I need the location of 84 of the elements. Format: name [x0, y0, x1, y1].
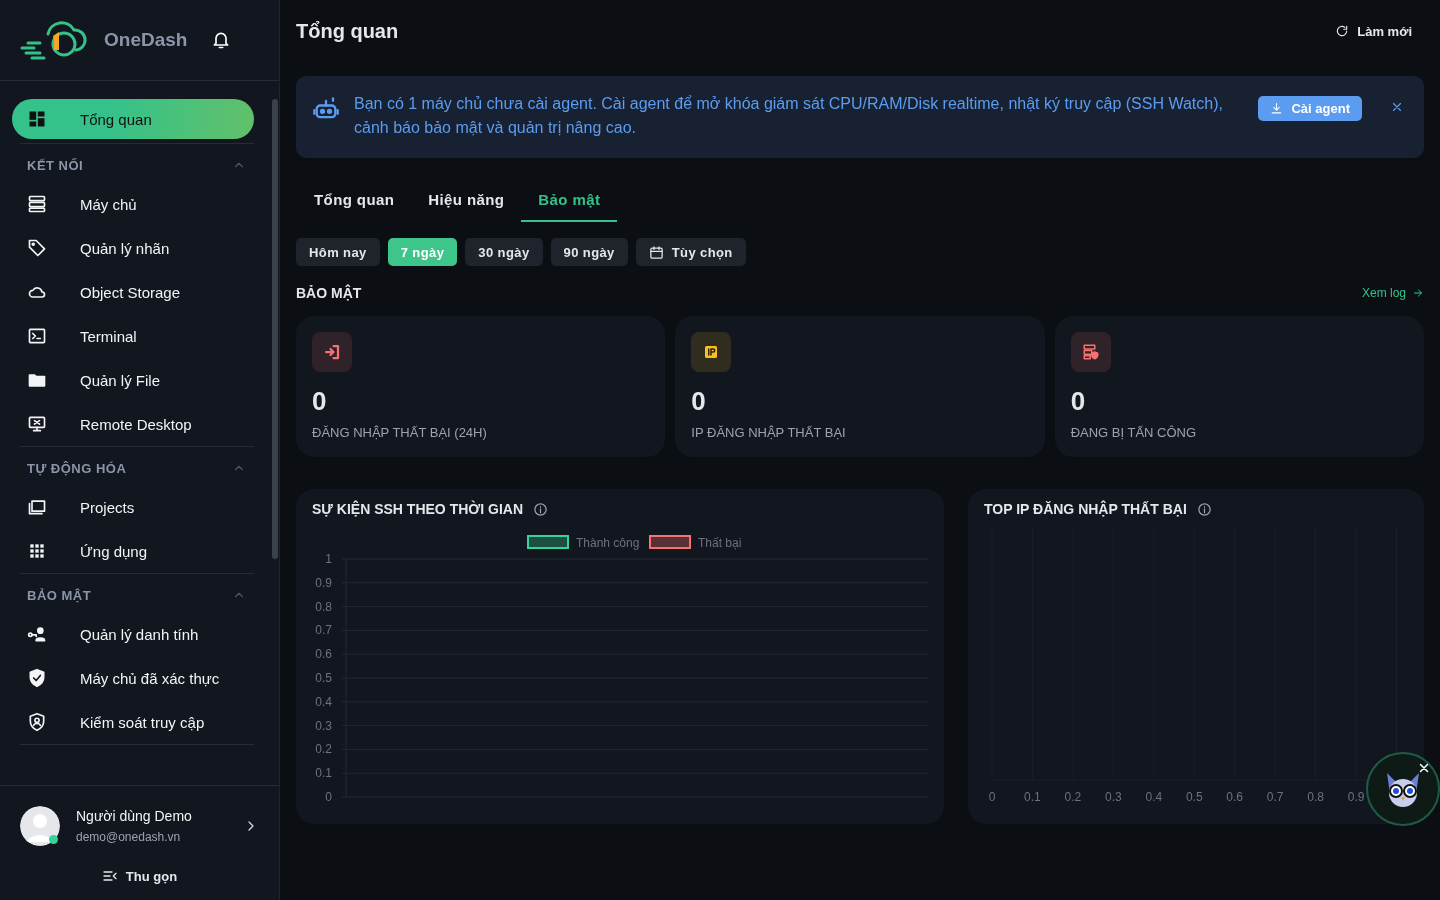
chart-title: TOP IP ĐĂNG NHẬP THẤT BẠI	[984, 501, 1187, 517]
nav-item[interactable]: Terminal	[12, 314, 254, 358]
stacked-windows-icon	[27, 497, 47, 517]
stat-label: IP ĐĂNG NHẬP THẤT BẠI	[691, 425, 847, 440]
info-icon	[1196, 501, 1212, 517]
nav-item[interactable]: Quản lý nhãn	[12, 226, 254, 270]
nav-item[interactable]: Quản lý danh tính	[12, 612, 254, 656]
axis-tick-label: 0	[325, 790, 332, 804]
close-icon	[1390, 100, 1404, 114]
tag-icon	[27, 238, 47, 258]
nav-item[interactable]: Projects	[12, 485, 254, 529]
refresh-icon	[1335, 24, 1350, 38]
axis-tick-label: 0.4	[315, 694, 332, 709]
axis-tick-label: 0.7	[315, 623, 332, 638]
calendar-icon	[648, 244, 664, 260]
avatar	[20, 806, 60, 846]
server-icon	[27, 194, 47, 214]
axis-tick-label: 0.2	[1064, 790, 1082, 804]
collapse-button[interactable]: Thu gọn	[20, 868, 259, 884]
axis-tick-label: 0.5	[315, 671, 332, 685]
stat-value: 0	[312, 386, 328, 417]
range-button[interactable]: Tùy chọn	[635, 238, 746, 266]
download-icon	[1270, 102, 1284, 115]
legend-label: Thành công	[576, 536, 640, 550]
arrow-right-icon	[1412, 287, 1424, 299]
nav-item[interactable]: Object Storage	[12, 270, 254, 314]
stat-value: 0	[1070, 386, 1087, 417]
axis-tick-label: 0.6	[315, 647, 332, 662]
banner-message: Bạn có 1 máy chủ chưa cài agent. Cài agent để mở khóa giám sát CPU/RAM/Disk realtime, nhật ký truy cập (SSH Watch), cảnh báo bảo mật và quản trị nâng cao.	[354, 94, 1224, 138]
axis-tick-label: 0.9	[315, 575, 332, 590]
user-menu[interactable]: Người dùng Demo demo@onedash.vn	[20, 806, 259, 846]
axis-tick-label: 0.8	[315, 599, 332, 614]
axis-tick-label: 0.3	[1105, 790, 1122, 804]
axis-tick-label: 0	[988, 790, 996, 804]
nav-item[interactable]: Máy chủ đã xác thực	[12, 656, 254, 700]
stat-value: 0	[691, 386, 707, 417]
nav-item[interactable]: Quản lý File	[12, 358, 254, 402]
nav-item[interactable]: Tổng quan	[12, 99, 254, 139]
legend-label: Thất bại	[698, 536, 742, 550]
axis-tick-label: 0.9	[1347, 790, 1365, 804]
chart-title: SỰ KIỆN SSH THEO THỜI GIAN	[312, 501, 524, 517]
shield-check-icon	[27, 668, 47, 688]
axis-tick-label: 0.7	[1266, 790, 1284, 804]
dashboard-icon	[27, 109, 47, 129]
nav-item[interactable]: Remote Desktop	[12, 402, 254, 446]
section-heading: TỰ ĐỘNG HÓA	[27, 460, 127, 476]
terminal-icon	[27, 326, 47, 346]
stat-label: ĐANG BỊ TẤN CÔNG	[1070, 425, 1198, 440]
key-person-icon	[27, 624, 47, 644]
view-log-link[interactable]: Xem log	[1361, 286, 1424, 300]
user-email: demo@onedash.vn	[76, 830, 182, 844]
info-icon	[533, 501, 549, 517]
nav-item[interactable]: Ứng dụng	[12, 529, 254, 573]
collapse-icon	[101, 868, 118, 884]
stat-label: ĐĂNG NHẬP THẤT BẠI (24H)	[312, 425, 488, 440]
brand-name: OneDash	[104, 29, 188, 51]
shield-person-icon	[27, 712, 47, 732]
axis-tick-label: 1	[325, 552, 332, 566]
range-button[interactable]: 90 ngày	[550, 238, 628, 266]
close-button[interactable]	[1390, 100, 1404, 114]
section-title: BẢO MẬT	[296, 285, 362, 301]
axis-tick-label: 0.1	[1024, 790, 1041, 804]
user-name: Người dùng Demo	[76, 808, 193, 824]
section-heading: KẾT NỐI	[27, 157, 84, 173]
section-heading: BẢO MẬT	[27, 587, 92, 603]
tab[interactable]: Hiệu năng	[411, 178, 522, 222]
close-icon	[1418, 762, 1430, 774]
axis-tick-label: 0.2	[315, 742, 332, 757]
axis-tick-label: 0.5	[1185, 790, 1203, 804]
tab[interactable]: Tổng quan	[297, 178, 412, 222]
range-button[interactable]: Hôm nay	[296, 238, 380, 266]
axis-tick-label: 0.1	[315, 766, 332, 781]
axis-tick-label: 0.4	[1145, 790, 1163, 804]
page-title: Tổng quan	[296, 19, 399, 43]
grid-icon	[27, 541, 47, 561]
refresh-button[interactable]: Làm mới	[1335, 23, 1412, 39]
axis-tick-label: 0.8	[1307, 790, 1324, 804]
nav-item[interactable]: Kiểm soát truy cập	[12, 700, 254, 744]
range-button[interactable]: 30 ngày	[465, 238, 543, 266]
axis-tick-label: 0.3	[315, 718, 332, 733]
axis-tick-label: 0.6	[1226, 790, 1244, 804]
tab[interactable]: Bảo mật	[521, 178, 618, 222]
nav-item[interactable]: Máy chủ	[12, 182, 254, 226]
monitor-icon	[27, 414, 47, 434]
